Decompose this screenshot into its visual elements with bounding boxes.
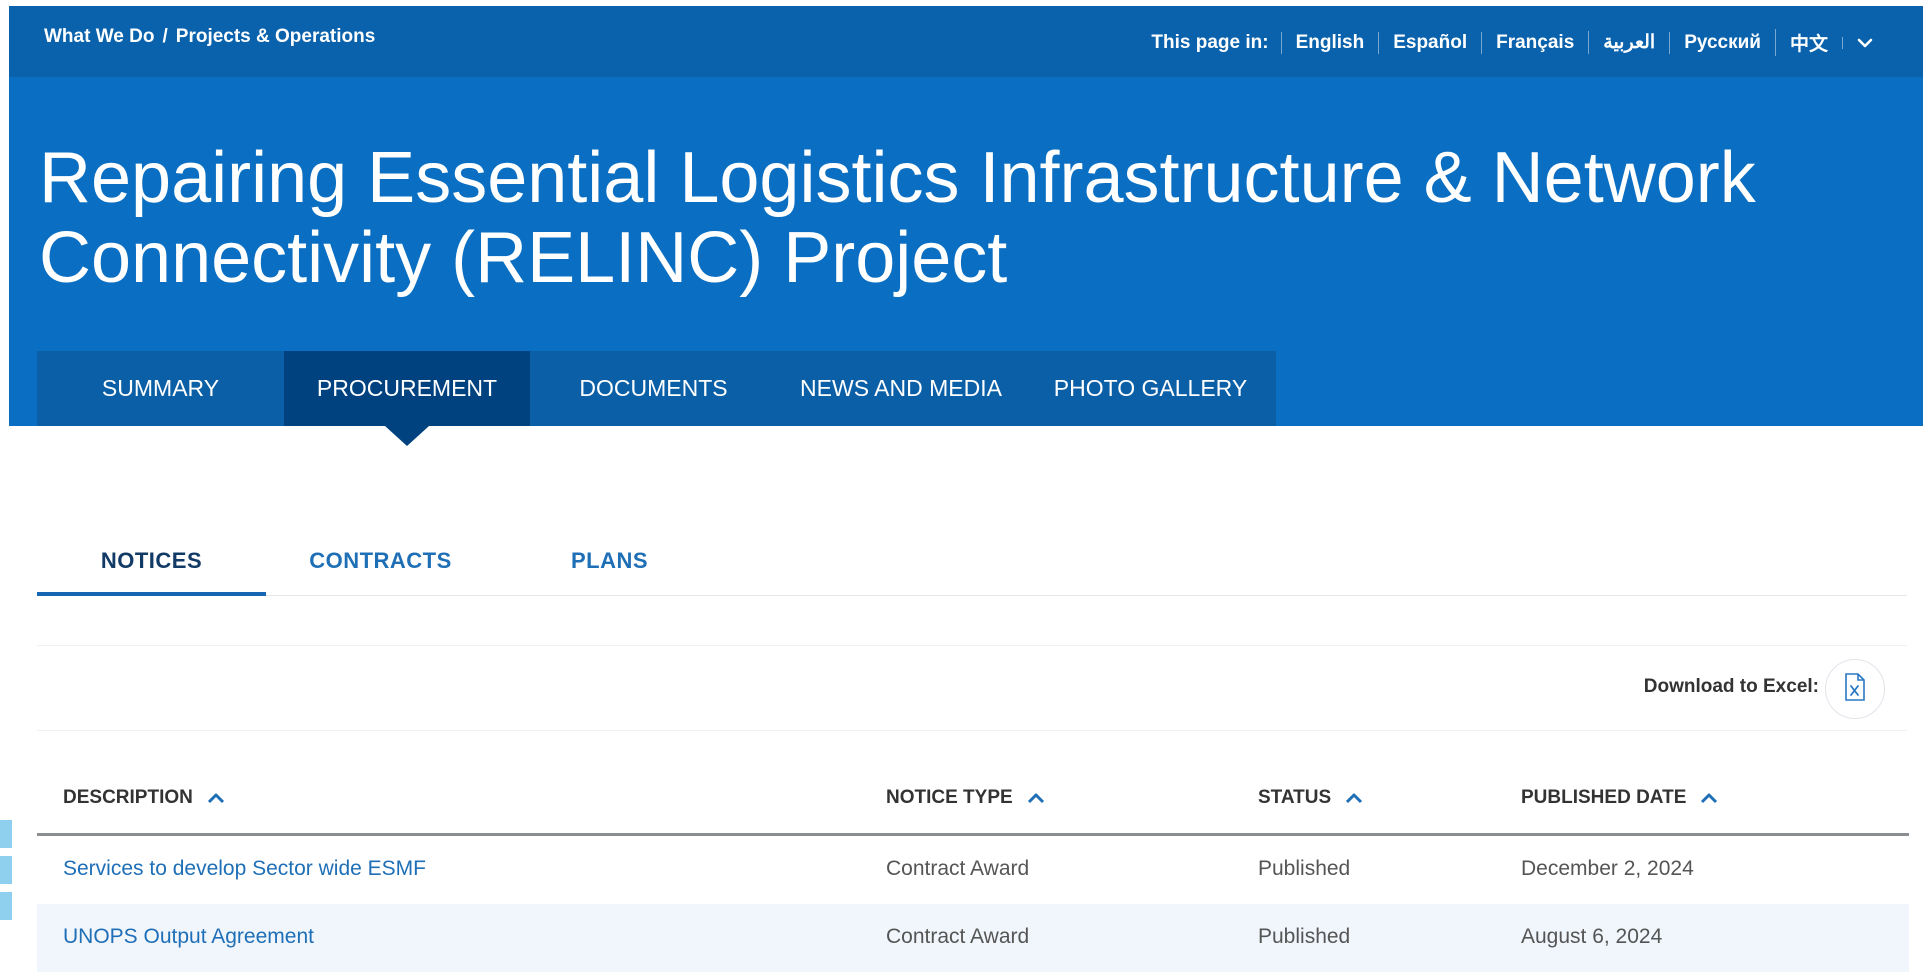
- decorative-stripe: [0, 892, 12, 920]
- download-toolbar: Download to Excel:: [37, 645, 1907, 731]
- column-header-label: PUBLISHED DATE: [1521, 787, 1687, 808]
- download-label: Download to Excel:: [1643, 676, 1819, 697]
- excel-file-icon: [1843, 672, 1867, 706]
- chevron-up-icon: [1701, 793, 1718, 804]
- page-header: What We Do / Projects & Operations This …: [9, 6, 1923, 446]
- language-spanish[interactable]: Español: [1378, 31, 1481, 54]
- notice-type-cell: Contract Award: [886, 857, 1030, 880]
- breadcrumb-projects-operations[interactable]: Projects & Operations: [176, 26, 376, 48]
- decorative-stripe: [0, 820, 12, 848]
- subtab-contracts[interactable]: CONTRACTS: [266, 530, 495, 592]
- download-excel-button[interactable]: [1825, 659, 1885, 719]
- status-cell: Published: [1258, 925, 1351, 948]
- published-date-cell: August 6, 2024: [1521, 925, 1663, 948]
- column-header-published-date[interactable]: PUBLISHED DATE: [1521, 787, 1718, 809]
- published-date-cell: December 2, 2024: [1521, 857, 1694, 880]
- table-row: Services to develop Sector wide ESMF Con…: [37, 836, 1909, 904]
- language-label: This page in:: [1151, 31, 1269, 53]
- breadcrumb-separator: /: [162, 26, 168, 47]
- notice-type-cell: Contract Award: [886, 925, 1030, 948]
- notice-description-link[interactable]: Services to develop Sector wide ESMF: [63, 857, 426, 881]
- procurement-subtabs: NOTICES CONTRACTS PLANS: [37, 530, 1907, 596]
- chevron-up-icon: [207, 793, 224, 804]
- language-chinese[interactable]: 中文: [1774, 29, 1842, 56]
- tab-news-and-media[interactable]: NEWS AND MEDIA: [777, 351, 1025, 426]
- main-tabs: SUMMARY PROCUREMENT DOCUMENTS NEWS AND M…: [37, 351, 1276, 446]
- status-cell: Published: [1258, 857, 1351, 880]
- chevron-down-icon[interactable]: [1842, 36, 1873, 49]
- chevron-up-icon: [1027, 793, 1044, 804]
- top-bar: What We Do / Projects & Operations This …: [9, 6, 1923, 77]
- page-title: Repairing Essential Logistics Infrastruc…: [39, 138, 1756, 298]
- decorative-edge-mark: [0, 820, 12, 930]
- notice-description-link[interactable]: UNOPS Output Agreement: [63, 925, 314, 949]
- column-header-label: NOTICE TYPE: [886, 787, 1013, 808]
- column-header-description[interactable]: DESCRIPTION: [63, 787, 225, 809]
- subtab-plans[interactable]: PLANS: [495, 530, 724, 592]
- column-header-notice-type[interactable]: NOTICE TYPE: [886, 787, 1045, 809]
- chevron-up-icon: [1346, 793, 1363, 804]
- table-header: DESCRIPTION NOTICE TYPE STATUS PUBLISHED…: [37, 765, 1909, 836]
- language-french[interactable]: Français: [1481, 31, 1588, 54]
- breadcrumb: What We Do / Projects & Operations: [44, 26, 375, 48]
- tab-photo-gallery[interactable]: PHOTO GALLERY: [1025, 351, 1276, 426]
- column-header-status[interactable]: STATUS: [1258, 787, 1363, 809]
- tab-summary[interactable]: SUMMARY: [37, 351, 284, 426]
- tab-procurement[interactable]: PROCUREMENT: [284, 351, 530, 446]
- breadcrumb-what-we-do[interactable]: What We Do: [44, 26, 154, 48]
- table-row: UNOPS Output Agreement Contract Award Pu…: [37, 904, 1909, 972]
- language-switcher: This page in: English Español Français ا…: [1151, 29, 1873, 56]
- language-arabic[interactable]: العربية: [1588, 31, 1669, 54]
- column-header-label: DESCRIPTION: [63, 787, 193, 808]
- tab-documents[interactable]: DOCUMENTS: [530, 351, 777, 426]
- language-english[interactable]: English: [1280, 31, 1379, 54]
- decorative-stripe: [0, 856, 12, 884]
- subtab-notices[interactable]: NOTICES: [37, 530, 266, 596]
- language-russian[interactable]: Русский: [1669, 31, 1775, 54]
- column-header-label: STATUS: [1258, 787, 1332, 808]
- notices-table: DESCRIPTION NOTICE TYPE STATUS PUBLISHED…: [37, 765, 1909, 972]
